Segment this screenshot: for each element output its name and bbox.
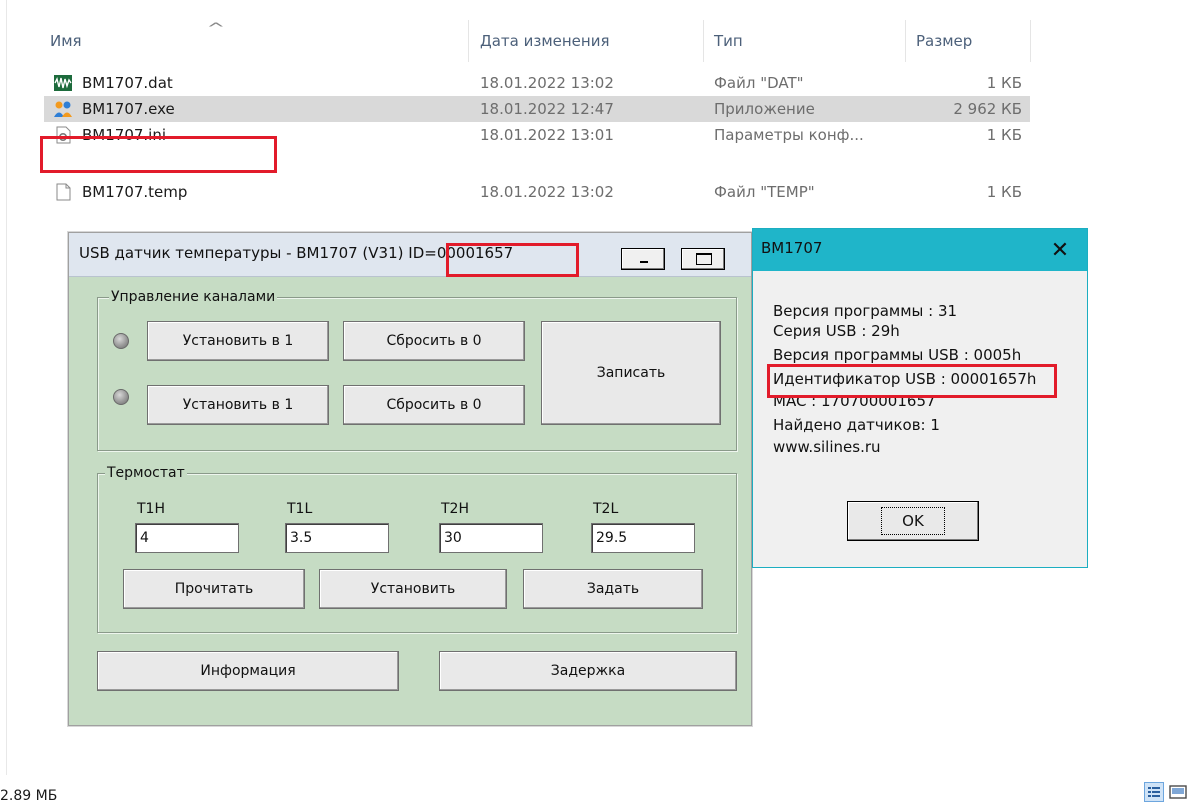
file-size: 1 КБ (986, 74, 1022, 92)
thermostat-group (97, 473, 737, 633)
file-type: Приложение (714, 100, 815, 118)
mac-line: MAC : 170700001657 (773, 392, 936, 410)
column-header-type[interactable]: Тип (714, 30, 743, 52)
ok-button[interactable]: OK (847, 501, 979, 541)
install-button[interactable]: Установить (319, 569, 507, 609)
usb-series-line: Серия USB : 29h (773, 322, 900, 340)
app-title-bar[interactable]: USB датчик температуры - BM1707 (V31) ID… (69, 233, 751, 277)
delay-button[interactable]: Задержка (439, 651, 737, 691)
close-icon[interactable]: ✕ (1045, 236, 1075, 266)
app-title: USB датчик температуры - BM1707 (V31) ID… (79, 244, 513, 262)
navigation-pane-edge (6, 0, 7, 775)
read-button[interactable]: Прочитать (123, 569, 305, 609)
t1h-label: T1H (137, 501, 165, 517)
column-header-name[interactable]: Имя (50, 30, 82, 52)
file-row-ini[interactable]: BM1707.ini 18.01.2022 13:01 Параметры ко… (44, 122, 1030, 148)
file-type: Файл "TEMP" (714, 183, 815, 201)
column-separator[interactable] (1030, 20, 1031, 62)
file-date: 18.01.2022 13:02 (480, 74, 614, 92)
minimize-button[interactable] (621, 248, 665, 270)
details-view-button[interactable] (1144, 782, 1164, 802)
column-header-date[interactable]: Дата изменения (480, 30, 610, 52)
column-separator[interactable] (468, 20, 469, 62)
file-row-exe[interactable]: BM1707.exe 18.01.2022 12:47 Приложение 2… (44, 96, 1030, 122)
thermometer-app-window: USB датчик температуры - BM1707 (V31) ID… (68, 232, 752, 726)
file-date: 18.01.2022 13:01 (480, 126, 614, 144)
file-name: BM1707.temp (82, 183, 188, 201)
sensors-found-line: Найдено датчиков: 1 (773, 416, 940, 434)
file-size: 1 КБ (986, 126, 1022, 144)
channel-2-indicator (113, 389, 129, 405)
file-name: BM1707.ini (82, 126, 167, 144)
t2h-input[interactable]: 30 (439, 523, 543, 553)
thermostat-group-label: Термостат (105, 465, 187, 481)
file-type: Параметры конф... (714, 126, 864, 144)
status-selection-size: 2.89 МБ (0, 788, 58, 804)
dialog-body: Версия программы : 31 Серия USB : 29h Ве… (753, 271, 1087, 567)
dialog-title-bar[interactable]: BM1707 ✕ (753, 229, 1087, 271)
minimize-icon (640, 261, 648, 263)
blank-file-icon (56, 183, 71, 201)
channel-1-set-button[interactable]: Установить в 1 (147, 321, 329, 361)
t1l-input[interactable]: 3.5 (285, 523, 389, 553)
information-button[interactable]: Информация (97, 651, 399, 691)
column-header-size[interactable]: Размер (916, 30, 972, 52)
config-gear-file-icon (56, 126, 71, 144)
info-dialog: BM1707 ✕ Версия программы : 31 Серия USB… (752, 228, 1088, 568)
website-line: www.silines.ru (773, 438, 881, 456)
file-row-dat[interactable]: BM1707.dat 18.01.2022 13:02 Файл "DAT" 1… (44, 70, 1030, 96)
large-icons-view-button[interactable] (1168, 782, 1188, 802)
t2l-input[interactable]: 29.5 (591, 523, 695, 553)
t2l-label: T2L (593, 501, 619, 517)
t1l-label: T1L (287, 501, 313, 517)
channel-1-reset-button[interactable]: Сбросить в 0 (343, 321, 525, 361)
maximize-button[interactable] (681, 248, 725, 270)
file-row-temp[interactable]: BM1707.temp 18.01.2022 13:02 Файл "TEMP"… (44, 179, 1030, 205)
file-size: 2 962 КБ (953, 100, 1022, 118)
app-title-prefix: USB датчик температуры - BM1707 (V31) (79, 244, 404, 262)
assign-button[interactable]: Задать (523, 569, 703, 609)
column-separator[interactable] (703, 20, 704, 62)
details-view-icon (1148, 787, 1160, 797)
file-type: Файл "DAT" (714, 74, 804, 92)
app-title-id: ID=00001657 (408, 244, 514, 262)
sort-ascending-icon: ^ (206, 21, 226, 37)
program-version-line: Версия программы : 31 (773, 302, 958, 320)
file-date: 18.01.2022 12:47 (480, 100, 614, 118)
maximize-icon (696, 253, 712, 265)
usb-identifier-line: Идентификатор USB : 00001657h (773, 370, 1037, 388)
file-size: 1 КБ (986, 183, 1022, 201)
write-button[interactable]: Записать (541, 321, 721, 425)
t1h-input[interactable]: 4 (135, 523, 239, 553)
usb-program-version-line: Версия программы USB : 0005h (773, 346, 1022, 364)
file-name: BM1707.exe (82, 100, 175, 118)
dialog-title: BM1707 (761, 239, 823, 257)
waveform-icon (54, 75, 72, 91)
app-people-icon (54, 101, 72, 117)
file-date: 18.01.2022 13:02 (480, 183, 614, 201)
t2h-label: T2H (441, 501, 469, 517)
large-icons-view-icon (1169, 785, 1187, 799)
channel-2-set-button[interactable]: Установить в 1 (147, 385, 329, 425)
channels-group-label: Управление каналами (109, 289, 278, 305)
file-name: BM1707.dat (82, 74, 173, 92)
ok-button-label: OK (881, 507, 945, 535)
column-separator[interactable] (905, 20, 906, 62)
channel-2-reset-button[interactable]: Сбросить в 0 (343, 385, 525, 425)
channel-1-indicator (113, 333, 129, 349)
